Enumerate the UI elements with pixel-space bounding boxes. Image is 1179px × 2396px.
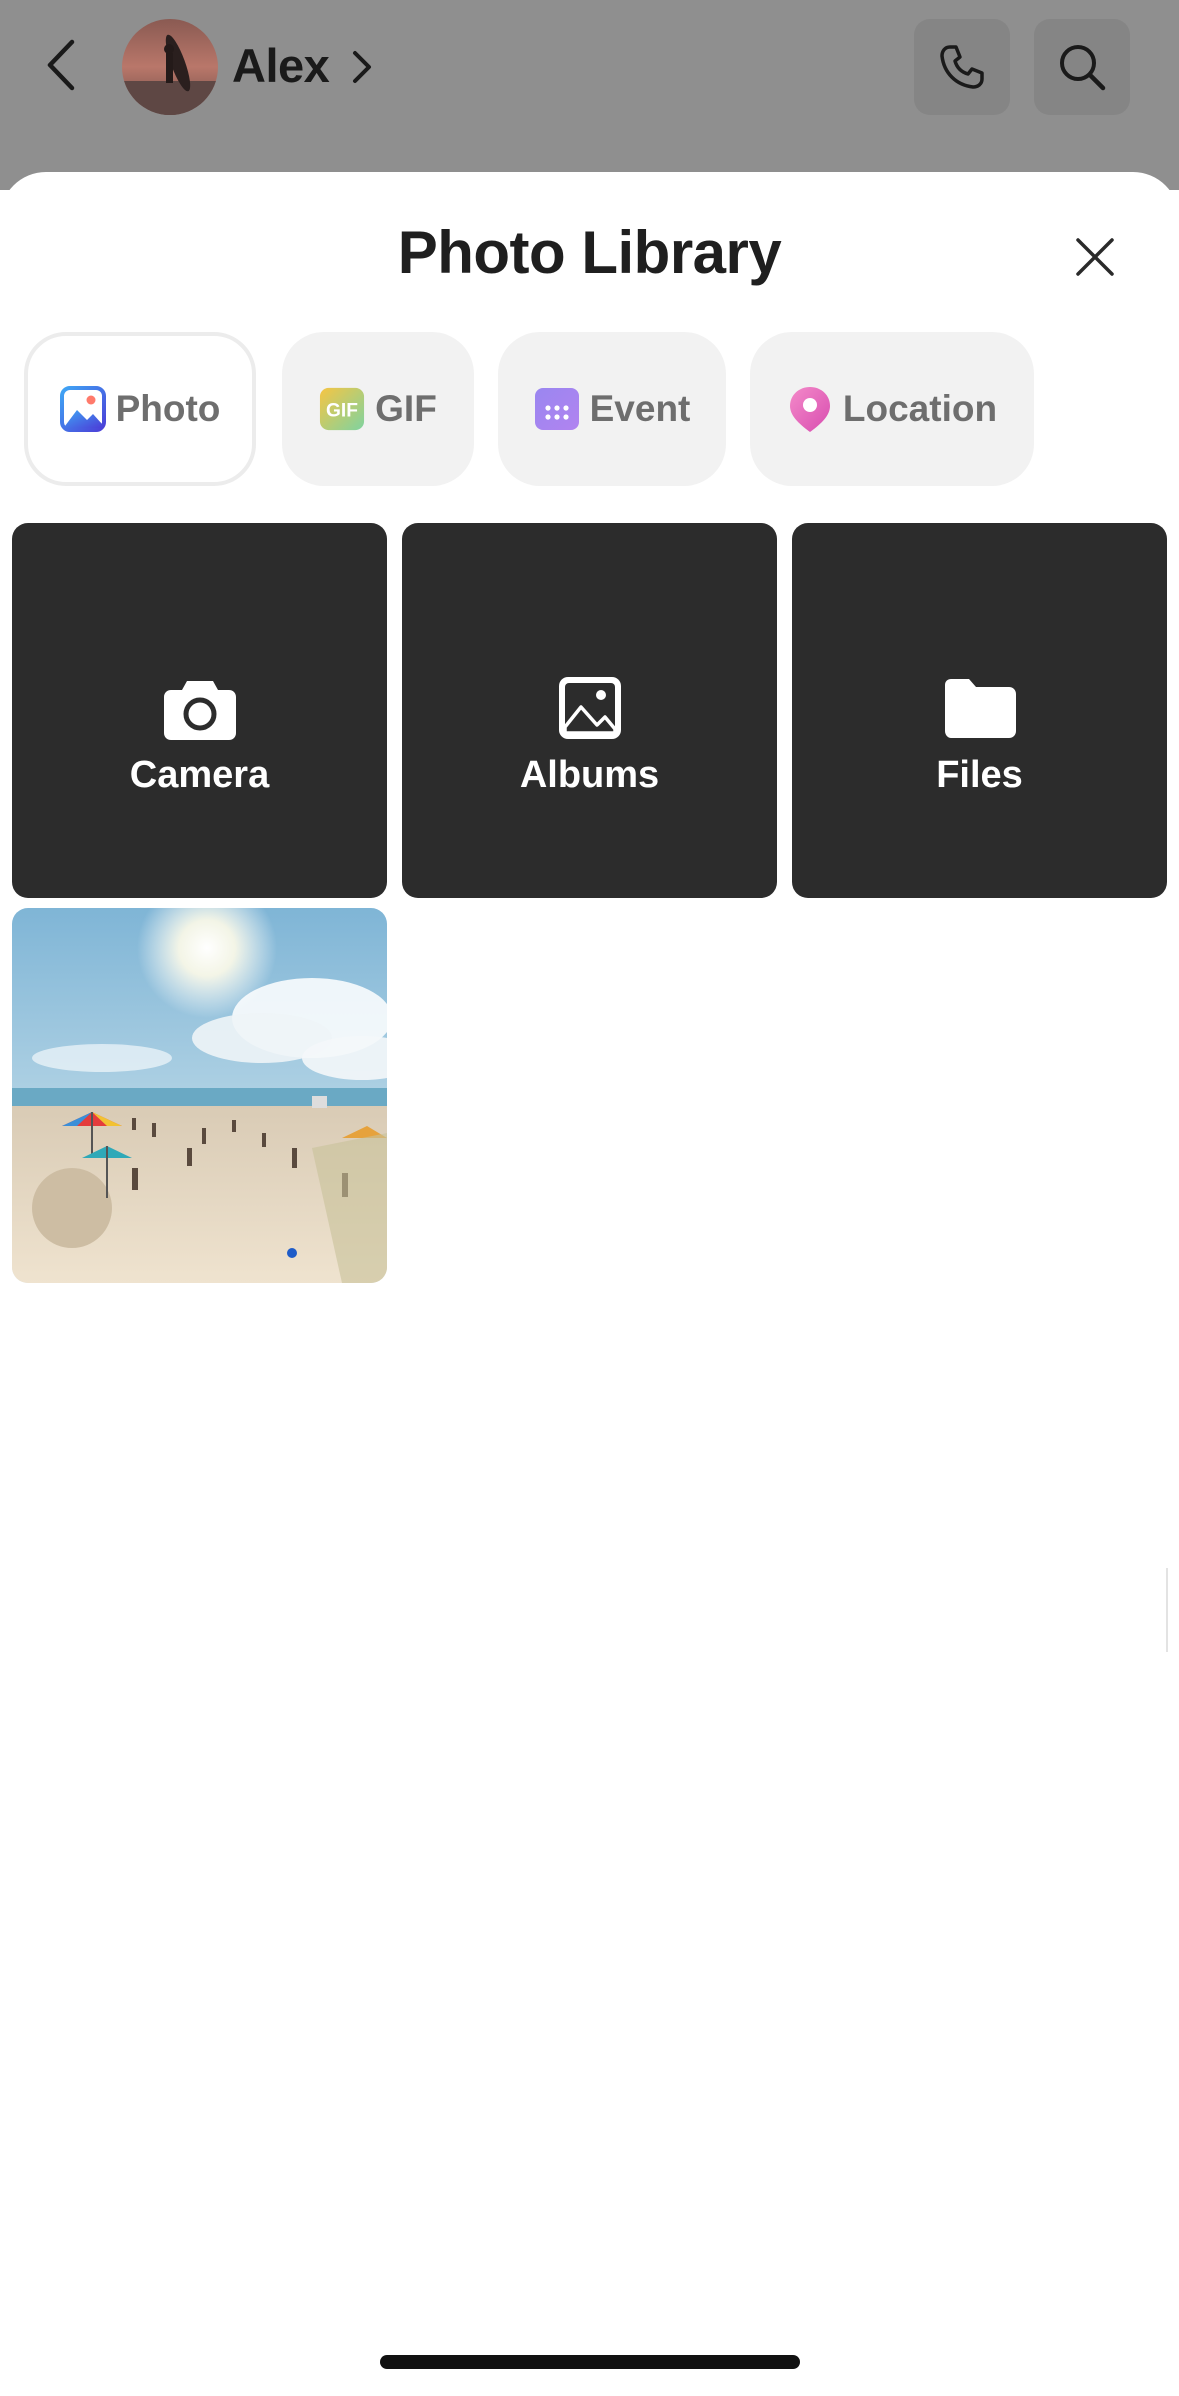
image-icon xyxy=(558,677,621,739)
phone-icon xyxy=(940,45,984,89)
search-button[interactable] xyxy=(1034,19,1130,115)
tab-label: Location xyxy=(842,388,998,429)
tab-photo[interactable]: Photo xyxy=(24,332,256,486)
avatar[interactable] xyxy=(122,19,218,115)
beach-photo xyxy=(12,908,387,1283)
home-indicator xyxy=(380,2355,800,2369)
photo-thumbnail[interactable] xyxy=(12,908,387,1283)
albums-label: Albums xyxy=(519,754,660,796)
photo-icon xyxy=(59,386,106,432)
camera-icon xyxy=(163,681,236,740)
tab-event[interactable]: Event xyxy=(498,332,726,486)
contact-name[interactable]: Alex xyxy=(232,36,330,96)
folder-icon xyxy=(944,679,1016,738)
tab-label: Photo xyxy=(115,388,221,429)
files-tile[interactable]: Files xyxy=(792,523,1167,898)
contact-details-button[interactable] xyxy=(345,40,379,94)
chevron-left-icon xyxy=(47,39,75,91)
albums-tile[interactable]: Albums xyxy=(402,523,777,898)
calendar-icon xyxy=(534,386,580,432)
tab-gif[interactable]: GIF GIF xyxy=(282,332,474,486)
call-button[interactable] xyxy=(914,19,1010,115)
svg-text:GIF: GIF xyxy=(326,401,358,422)
files-label: Files xyxy=(936,754,1023,796)
tab-location[interactable]: Location xyxy=(750,332,1034,486)
back-button[interactable] xyxy=(34,28,88,102)
camera-label: Camera xyxy=(129,754,270,796)
close-icon xyxy=(1076,238,1114,276)
tab-label: GIF xyxy=(375,388,437,429)
sheet-title: Photo Library xyxy=(397,219,782,286)
search-icon xyxy=(1060,45,1106,91)
location-pin-icon xyxy=(787,386,833,432)
gif-icon: GIF xyxy=(319,386,365,432)
scroll-indicator xyxy=(1166,1568,1168,1652)
close-button[interactable] xyxy=(1060,222,1130,292)
chevron-right-icon xyxy=(353,51,371,83)
tab-label: Event xyxy=(589,388,691,429)
photo-library-sheet: Photo Library Photo GIF GIF Event Locati… xyxy=(0,172,1179,2396)
camera-tile[interactable]: Camera xyxy=(12,523,387,898)
chat-header: Alex xyxy=(0,0,1179,190)
